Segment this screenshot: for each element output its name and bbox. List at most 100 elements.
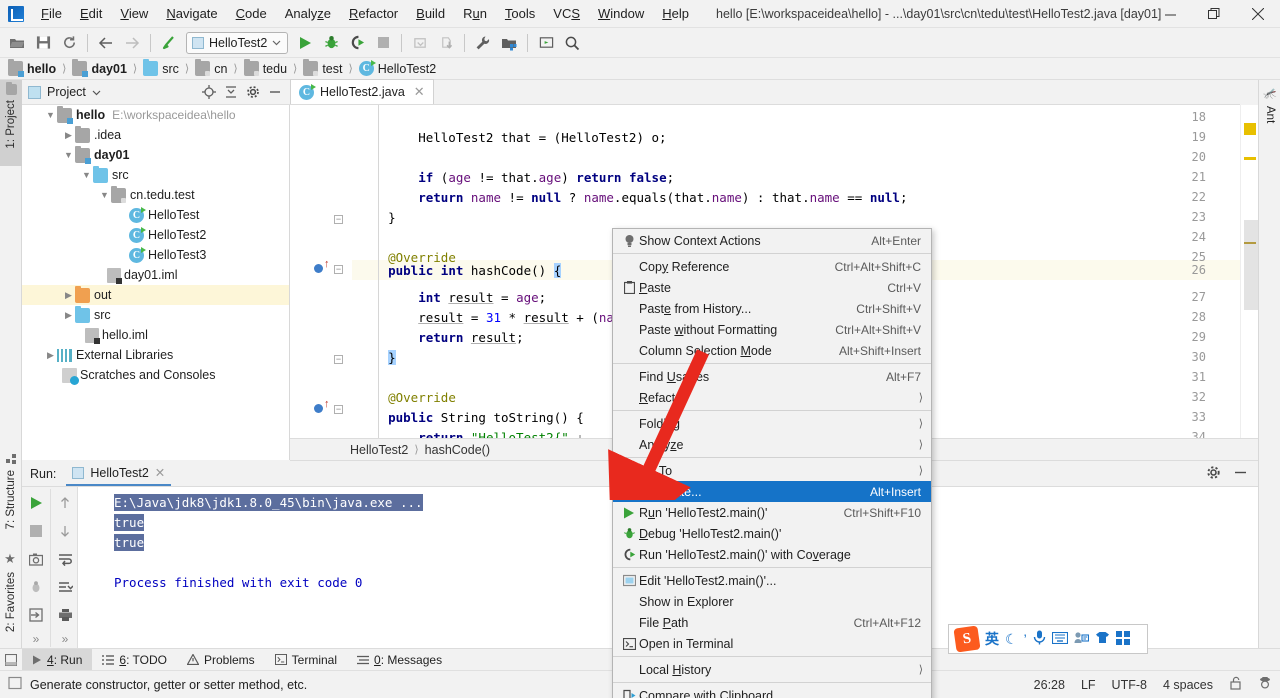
settings-wrench-icon[interactable] — [470, 31, 496, 55]
caret-position[interactable]: 26:28 — [1034, 678, 1065, 692]
menu-build[interactable]: Build — [407, 2, 454, 26]
unlocked-icon[interactable] — [1229, 676, 1242, 693]
tree-node-hellotest3[interactable]: C HelloTest3 — [22, 245, 289, 265]
tree-node-scratches[interactable]: Scratches and Consoles — [22, 365, 289, 385]
menu-item-paste-without-formatting[interactable]: Paste without Formatting Ctrl+Alt+Shift+… — [613, 319, 931, 340]
breadcrumb-item-src[interactable]: src — [143, 59, 179, 76]
tree-node-out[interactable]: ▶ out — [22, 285, 289, 305]
sogou-ime-toolbar[interactable]: S 英 ☾ ’ — [948, 624, 1148, 654]
sogou-logo-icon[interactable]: S — [953, 625, 981, 653]
fold-marker[interactable]: − — [334, 265, 343, 274]
hide-icon[interactable] — [266, 83, 284, 101]
menu-edit[interactable]: Edit — [71, 2, 111, 26]
run-configuration-selector[interactable]: HelloTest2 — [186, 31, 289, 54]
sidebar-item-ant[interactable]: 🦟 Ant — [1259, 84, 1280, 128]
hide-icon[interactable] — [1233, 465, 1248, 483]
debug-icon[interactable] — [318, 31, 344, 55]
back-icon[interactable] — [93, 31, 119, 55]
breadcrumb-item-test[interactable]: test — [303, 59, 342, 76]
run-coverage-icon[interactable] — [344, 31, 370, 55]
menu-item-folding[interactable]: Folding ⟩ — [613, 413, 931, 434]
project-structure-icon[interactable] — [496, 31, 522, 55]
menu-item-show-context-actions[interactable]: Show Context Actions Alt+Enter — [613, 230, 931, 251]
menu-item-analyze[interactable]: Analyze ⟩ — [613, 434, 931, 455]
menu-help[interactable]: Help — [653, 2, 698, 26]
tree-node-hellotest2[interactable]: C HelloTest2 — [22, 225, 289, 245]
menu-file[interactable]: File — [32, 2, 71, 26]
editor-context-menu[interactable]: Show Context Actions Alt+Enter Copy Refe… — [612, 228, 932, 698]
minimize-button[interactable] — [1148, 0, 1192, 28]
override-gutter-icon-2[interactable] — [314, 404, 323, 413]
locate-icon[interactable] — [200, 83, 218, 101]
settings-gear-icon[interactable] — [1206, 465, 1221, 483]
menu-bar[interactable]: File Edit View Navigate Code Analyze Ref… — [32, 0, 698, 28]
breadcrumb-item-day01[interactable]: day01 — [72, 59, 127, 77]
chevron-down-icon[interactable] — [92, 88, 101, 97]
chevron-right-icon[interactable]: ▶ — [62, 130, 75, 141]
menu-item-debug-main[interactable]: Debug 'HelloTest2.main()' — [613, 523, 931, 544]
line-separator[interactable]: LF — [1081, 678, 1096, 692]
menu-tools[interactable]: Tools — [496, 2, 544, 26]
warning-marker-2[interactable] — [1244, 157, 1256, 160]
ime-language-icon[interactable]: 英 — [985, 629, 999, 649]
menu-item-open-in-terminal[interactable]: Open in Terminal — [613, 633, 931, 654]
rerun-icon[interactable] — [22, 489, 50, 517]
menu-item-generate[interactable]: Generate... Alt+Insert — [613, 481, 931, 502]
menu-item-copy-reference[interactable]: Copy Reference Ctrl+Alt+Shift+C — [613, 256, 931, 277]
scrollbar-thumb[interactable] — [1244, 220, 1258, 310]
breadcrumb-item-cn[interactable]: cn — [195, 59, 227, 76]
ime-punctuation-icon[interactable]: ’ — [1024, 631, 1027, 647]
file-encoding[interactable]: UTF-8 — [1112, 678, 1147, 692]
editor-crumb-class[interactable]: HelloTest2 — [350, 443, 408, 457]
save-all-icon[interactable] — [30, 31, 56, 55]
chevron-down-icon[interactable]: ▼ — [44, 110, 57, 120]
down-icon[interactable] — [51, 517, 79, 545]
close-button[interactable] — [1236, 0, 1280, 28]
menu-window[interactable]: Window — [589, 2, 653, 26]
breadcrumb-item-tedu[interactable]: tedu — [243, 59, 287, 76]
fold-marker[interactable]: − — [334, 355, 343, 364]
chevron-down-icon[interactable]: ▼ — [62, 150, 75, 160]
override-gutter-icon[interactable] — [314, 264, 323, 273]
export-icon[interactable] — [22, 601, 50, 629]
tree-node-hello-iml[interactable]: hello.iml — [22, 325, 289, 345]
tree-node-day01-iml[interactable]: day01.iml — [22, 265, 289, 285]
warning-marker-3[interactable] — [1244, 242, 1256, 244]
menu-item-file-path[interactable]: File Path Ctrl+Alt+F12 — [613, 612, 931, 633]
chevron-right-icon[interactable]: ▶ — [44, 350, 57, 361]
menu-item-find-usages[interactable]: Find Usages Alt+F7 — [613, 366, 931, 387]
collapse-all-icon[interactable] — [222, 83, 240, 101]
menu-item-go-to[interactable]: Go To ⟩ — [613, 460, 931, 481]
sidebar-item-structure[interactable]: 7: Structure — [0, 450, 22, 548]
menu-view[interactable]: View — [111, 2, 157, 26]
menu-item-run-with-coverage[interactable]: Run 'HelloTest2.main()' with Coverage — [613, 544, 931, 565]
tab-todo[interactable]: 6: TODO — [92, 649, 177, 671]
up-icon[interactable] — [51, 489, 79, 517]
tree-node-hellotest[interactable]: C HelloTest — [22, 205, 289, 225]
menu-analyze[interactable]: Analyze — [276, 2, 340, 26]
settings-gear-icon[interactable] — [244, 83, 262, 101]
chevron-down-icon[interactable]: ▼ — [80, 170, 93, 180]
tree-node-day01[interactable]: ▼ day01 — [22, 145, 289, 165]
fold-marker[interactable]: − — [334, 215, 343, 224]
editor-scrollbar[interactable] — [1240, 105, 1258, 438]
tab-problems[interactable]: Problems — [177, 649, 265, 671]
menu-item-paste-from-history[interactable]: Paste from History... Ctrl+Shift+V — [613, 298, 931, 319]
warning-marker[interactable] — [1244, 123, 1256, 135]
override-marker-icon[interactable]: ↑ — [324, 258, 330, 270]
menu-navigate[interactable]: Navigate — [157, 2, 226, 26]
tree-node-package[interactable]: ▼ cn.tedu.test — [22, 185, 289, 205]
chevron-right-icon[interactable]: ▶ — [62, 290, 75, 301]
ime-apps-icon[interactable] — [1115, 630, 1130, 648]
ime-microphone-icon[interactable] — [1033, 630, 1046, 648]
menu-item-refactor[interactable]: Refactor ⟩ — [613, 387, 931, 408]
sync-icon[interactable] — [56, 31, 82, 55]
tab-terminal[interactable]: Terminal — [265, 649, 347, 671]
build-icon[interactable] — [156, 31, 182, 55]
run-icon[interactable] — [292, 31, 318, 55]
menu-code[interactable]: Code — [227, 2, 276, 26]
menu-item-local-history[interactable]: Local History ⟩ — [613, 659, 931, 680]
tab-run[interactable]: 4: Run — [22, 648, 93, 671]
soft-wrap-icon[interactable] — [51, 545, 79, 573]
sidebar-item-project[interactable]: 1: Project — [0, 80, 22, 166]
